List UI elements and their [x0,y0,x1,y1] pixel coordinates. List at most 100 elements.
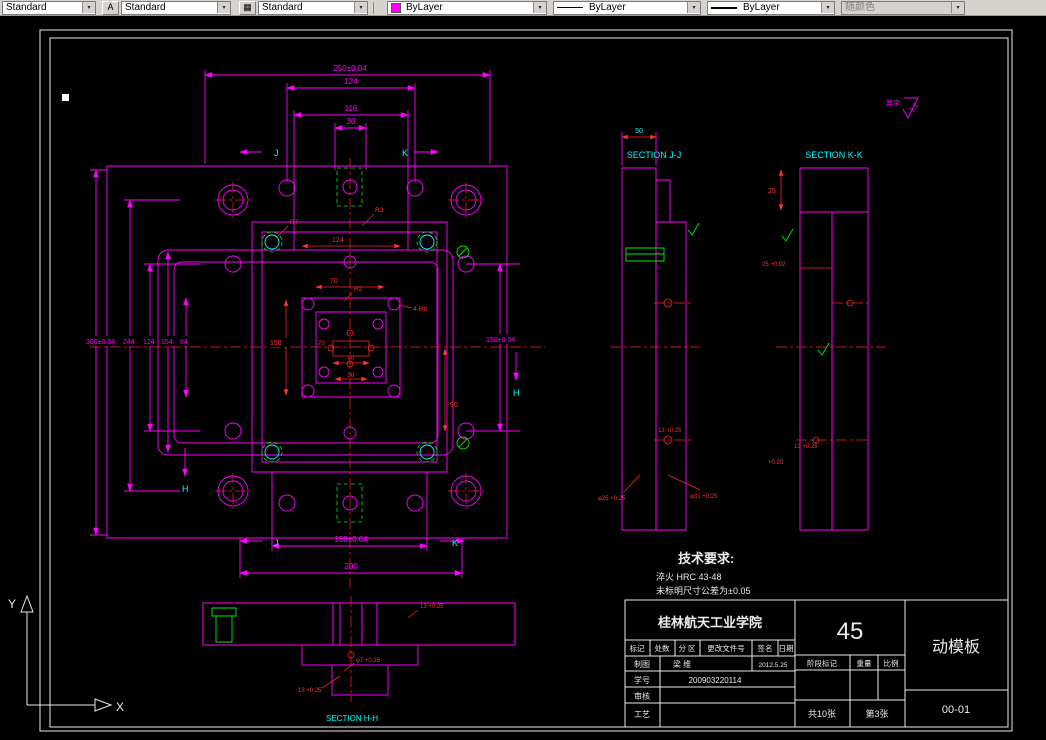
section-kk: SECTION K-K 25 25 +0.02 13 +0.25 +0.25 [762,150,886,530]
dim-text: 25 [768,188,776,195]
text-style-value: Standard [125,2,166,13]
cut-label-k: K [402,148,408,158]
dim-style-value: Standard [6,2,47,13]
student-number: 200903220114 [689,676,742,685]
sheets-total: 共10张 [808,709,836,719]
ucs-y-label: Y [8,597,16,611]
dim-text: 70 [330,278,338,285]
ucs-icon: Y X [8,596,124,714]
roughness-check-icon [688,223,699,235]
dim-text: 13 +0.25 [298,688,322,694]
dim-text: φ31 +0.25 [690,494,718,500]
dim-text: 50 [635,128,643,135]
plotstyle-value: 随颜色 [845,2,875,13]
toolbar-separator [373,1,374,14]
lineweight-value: ByLayer [743,2,780,13]
dim-text: 40 [348,356,355,362]
radius-label: R2 [354,286,363,293]
plotstyle-combo: 随颜色 ▾ [841,0,965,15]
dim-text: 30 [348,373,355,379]
dim-text: 244 [123,339,135,346]
dim-text: 154 [161,339,173,346]
surface-roughness-value: 3.2 [909,102,920,114]
sheet-svg: Y X 250±0.04 124 116 30 300±0.04 244 124… [8,0,1046,740]
styles-properties-toolbar: Standard ▾ A Standard ▾ ▦ Standard ▾ ByL… [0,0,1046,16]
chevron-down-icon: ▾ [951,2,964,13]
table-style-combo[interactable]: Standard ▾ [258,0,368,15]
dim-text: 150±0.04 [486,337,515,344]
tb-header: 处数 [655,643,670,653]
tb-header: 更改文件号 [707,643,745,653]
linetype-value: ByLayer [589,2,626,13]
cut-label-j: J [274,148,279,158]
lineweight-glyph-icon [711,6,737,9]
section-kk-label: SECTION K-K [805,150,863,160]
dim-text: 124 [344,77,358,86]
tb-header: 标记 [630,643,645,653]
dim-text: 84 [180,339,188,346]
linetype-combo[interactable]: ByLayer ▾ [553,0,701,15]
dim-text: 13 +0.25 [658,428,682,434]
weight-header: 重量 [857,659,872,668]
checker-label: 审核 [634,691,650,701]
drafter-label: 制图 [634,659,650,669]
student-label: 学号 [634,675,650,685]
dim-text: 13 +0.25 [420,604,444,610]
dim-style-combo[interactable]: Standard ▾ [2,0,96,15]
chevron-down-icon[interactable]: ▾ [821,2,834,13]
technical-requirements: 技术要求: 淬火 HRC 43-48 未标明尺寸公差为±0.05 [656,551,750,596]
tech-req-line1: 淬火 HRC 43-48 [656,571,722,582]
chevron-down-icon[interactable]: ▾ [82,2,95,13]
dim-text: 158 [270,340,282,347]
dim-text: 124 [143,339,155,346]
chevron-down-icon[interactable]: ▾ [354,2,367,13]
tech-req-line2: 未标明尺寸公差为±0.05 [656,585,750,596]
chevron-down-icon[interactable]: ▾ [217,2,230,13]
dim-text: φ7 +0.25 [356,658,381,664]
title-block: 桂林航天工业学院 45 动模板 00-01 标记 处数 分 区 更改文件号 签名… [625,600,1008,727]
cut-label-h: H [513,388,520,398]
scale-header: 比例 [884,658,899,668]
sheet-number: 第3张 [865,708,888,719]
radius-label: 4-R8 [413,306,427,313]
grip-point[interactable] [62,94,69,101]
section-jj: SECTION J-J 50 13 +0.25 φ25 +0.25 φ31 +0… [598,128,718,530]
main-plan-view [90,158,545,588]
dim-text: 124 [332,237,344,244]
dim-text: 30 [347,117,356,126]
drawing-area[interactable]: Y X 250±0.04 124 116 30 300±0.04 244 124… [0,0,1046,740]
radius-label: R7 [290,219,299,226]
drafter-name: 梁 维 [673,659,691,669]
dim-text: 300±0.04 [86,339,115,346]
cut-label-k: K [452,538,458,548]
dim-text: 200 [344,562,358,571]
table-style-value: Standard [262,2,303,13]
radius-label: R3 [375,207,384,214]
ucs-x-label: X [116,700,124,714]
material-grade: 45 [837,618,864,645]
tb-header: 分 区 [678,644,696,653]
lineweight-combo[interactable]: ByLayer ▾ [707,0,835,15]
dim-text: 13 +0.25 [794,444,818,450]
section-hh: 13 +0.25 φ7 +0.25 13 +0.25 SECTION H-H [203,596,515,723]
process-label: 工艺 [634,710,650,719]
color-combo[interactable]: ByLayer ▾ [387,0,547,15]
section-hh-label: SECTION H-H [326,714,378,723]
drawing-number: 00-01 [942,704,970,716]
table-style-icon[interactable]: ▦ [239,0,256,15]
main-dimensions: 250±0.04 124 116 30 300±0.04 244 124 154… [84,64,522,578]
dim-text: 90 [450,402,458,409]
dim-text: 158±0.04 [334,535,368,544]
dim-text: +0.25 [768,460,784,466]
tb-header: 日期 [779,644,794,653]
dim-text: 70 [318,341,325,347]
surface-finish-note: 其余 3.2 [886,98,920,118]
chevron-down-icon[interactable]: ▾ [687,2,700,13]
tb-header: 签名 [758,643,773,653]
part-name: 动模板 [932,638,980,656]
text-style-icon[interactable]: A [102,0,119,15]
text-style-combo[interactable]: Standard ▾ [121,0,231,15]
section-jj-label: SECTION J-J [627,150,682,160]
school-name: 桂林航天工业学院 [657,615,762,630]
chevron-down-icon[interactable]: ▾ [533,2,546,13]
